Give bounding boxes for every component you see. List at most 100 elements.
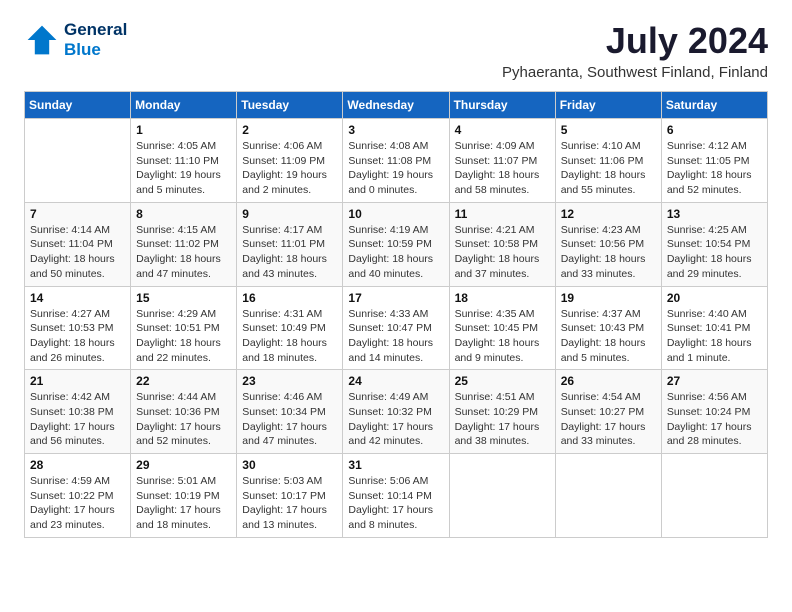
- day-detail: Sunrise: 4:09 AMSunset: 11:07 PMDaylight…: [455, 139, 550, 198]
- calendar-cell: 16 Sunrise: 4:31 AMSunset: 10:49 PMDayli…: [237, 286, 343, 370]
- day-number: 26: [561, 374, 656, 388]
- day-number: 13: [667, 207, 762, 221]
- weekday-header: Wednesday: [343, 92, 449, 119]
- day-detail: Sunrise: 4:08 AMSunset: 11:08 PMDaylight…: [348, 139, 443, 198]
- day-detail: Sunrise: 4:29 AMSunset: 10:51 PMDaylight…: [136, 307, 231, 366]
- day-number: 22: [136, 374, 231, 388]
- calendar-cell: [25, 119, 131, 203]
- calendar-cell: 19 Sunrise: 4:37 AMSunset: 10:43 PMDayli…: [555, 286, 661, 370]
- day-number: 25: [455, 374, 550, 388]
- weekday-header: Friday: [555, 92, 661, 119]
- calendar-cell: 2 Sunrise: 4:06 AMSunset: 11:09 PMDaylig…: [237, 119, 343, 203]
- calendar-cell: 27 Sunrise: 4:56 AMSunset: 10:24 PMDayli…: [661, 370, 767, 454]
- day-detail: Sunrise: 4:21 AMSunset: 10:58 PMDaylight…: [455, 223, 550, 282]
- day-detail: Sunrise: 4:42 AMSunset: 10:38 PMDaylight…: [30, 390, 125, 449]
- calendar-cell: 1 Sunrise: 4:05 AMSunset: 11:10 PMDaylig…: [131, 119, 237, 203]
- calendar-cell: 9 Sunrise: 4:17 AMSunset: 11:01 PMDaylig…: [237, 202, 343, 286]
- calendar-cell: 28 Sunrise: 4:59 AMSunset: 10:22 PMDayli…: [25, 454, 131, 538]
- calendar-cell: 3 Sunrise: 4:08 AMSunset: 11:08 PMDaylig…: [343, 119, 449, 203]
- day-number: 14: [30, 291, 125, 305]
- calendar-cell: 11 Sunrise: 4:21 AMSunset: 10:58 PMDayli…: [449, 202, 555, 286]
- day-number: 10: [348, 207, 443, 221]
- logo-icon: [24, 22, 60, 58]
- calendar-cell: 25 Sunrise: 4:51 AMSunset: 10:29 PMDayli…: [449, 370, 555, 454]
- calendar-week-row: 14 Sunrise: 4:27 AMSunset: 10:53 PMDayli…: [25, 286, 768, 370]
- calendar-cell: 15 Sunrise: 4:29 AMSunset: 10:51 PMDayli…: [131, 286, 237, 370]
- logo-text: General Blue: [64, 20, 127, 59]
- calendar-cell: 20 Sunrise: 4:40 AMSunset: 10:41 PMDayli…: [661, 286, 767, 370]
- day-number: 19: [561, 291, 656, 305]
- day-detail: Sunrise: 4:54 AMSunset: 10:27 PMDaylight…: [561, 390, 656, 449]
- day-number: 15: [136, 291, 231, 305]
- calendar-cell: [449, 454, 555, 538]
- day-detail: Sunrise: 4:23 AMSunset: 10:56 PMDaylight…: [561, 223, 656, 282]
- day-number: 9: [242, 207, 337, 221]
- day-detail: Sunrise: 4:33 AMSunset: 10:47 PMDaylight…: [348, 307, 443, 366]
- calendar-cell: [661, 454, 767, 538]
- day-number: 3: [348, 123, 443, 137]
- day-detail: Sunrise: 4:56 AMSunset: 10:24 PMDaylight…: [667, 390, 762, 449]
- day-number: 6: [667, 123, 762, 137]
- day-detail: Sunrise: 4:49 AMSunset: 10:32 PMDaylight…: [348, 390, 443, 449]
- day-detail: Sunrise: 5:06 AMSunset: 10:14 PMDaylight…: [348, 474, 443, 533]
- calendar-cell: 23 Sunrise: 4:46 AMSunset: 10:34 PMDayli…: [237, 370, 343, 454]
- day-number: 7: [30, 207, 125, 221]
- weekday-header: Monday: [131, 92, 237, 119]
- day-detail: Sunrise: 4:10 AMSunset: 11:06 PMDaylight…: [561, 139, 656, 198]
- day-detail: Sunrise: 4:17 AMSunset: 11:01 PMDaylight…: [242, 223, 337, 282]
- day-number: 1: [136, 123, 231, 137]
- location-title: Pyhaeranta, Southwest Finland, Finland: [502, 64, 768, 81]
- weekday-header: Saturday: [661, 92, 767, 119]
- day-detail: Sunrise: 4:15 AMSunset: 11:02 PMDaylight…: [136, 223, 231, 282]
- calendar-cell: 31 Sunrise: 5:06 AMSunset: 10:14 PMDayli…: [343, 454, 449, 538]
- day-number: 24: [348, 374, 443, 388]
- calendar-cell: 7 Sunrise: 4:14 AMSunset: 11:04 PMDaylig…: [25, 202, 131, 286]
- day-number: 30: [242, 458, 337, 472]
- calendar-cell: 17 Sunrise: 4:33 AMSunset: 10:47 PMDayli…: [343, 286, 449, 370]
- day-detail: Sunrise: 4:46 AMSunset: 10:34 PMDaylight…: [242, 390, 337, 449]
- calendar-cell: 5 Sunrise: 4:10 AMSunset: 11:06 PMDaylig…: [555, 119, 661, 203]
- calendar-week-row: 21 Sunrise: 4:42 AMSunset: 10:38 PMDayli…: [25, 370, 768, 454]
- day-detail: Sunrise: 4:51 AMSunset: 10:29 PMDaylight…: [455, 390, 550, 449]
- calendar-cell: [555, 454, 661, 538]
- day-number: 23: [242, 374, 337, 388]
- day-detail: Sunrise: 4:44 AMSunset: 10:36 PMDaylight…: [136, 390, 231, 449]
- day-number: 31: [348, 458, 443, 472]
- weekday-header: Thursday: [449, 92, 555, 119]
- day-number: 12: [561, 207, 656, 221]
- day-number: 18: [455, 291, 550, 305]
- calendar-cell: 10 Sunrise: 4:19 AMSunset: 10:59 PMDayli…: [343, 202, 449, 286]
- calendar-cell: 30 Sunrise: 5:03 AMSunset: 10:17 PMDayli…: [237, 454, 343, 538]
- day-detail: Sunrise: 4:35 AMSunset: 10:45 PMDaylight…: [455, 307, 550, 366]
- day-detail: Sunrise: 4:06 AMSunset: 11:09 PMDaylight…: [242, 139, 337, 198]
- day-number: 20: [667, 291, 762, 305]
- day-number: 29: [136, 458, 231, 472]
- calendar-cell: 13 Sunrise: 4:25 AMSunset: 10:54 PMDayli…: [661, 202, 767, 286]
- day-detail: Sunrise: 4:31 AMSunset: 10:49 PMDaylight…: [242, 307, 337, 366]
- day-detail: Sunrise: 4:40 AMSunset: 10:41 PMDaylight…: [667, 307, 762, 366]
- day-detail: Sunrise: 4:14 AMSunset: 11:04 PMDaylight…: [30, 223, 125, 282]
- page-header: General Blue July 2024 Pyhaeranta, South…: [24, 20, 768, 81]
- day-detail: Sunrise: 4:05 AMSunset: 11:10 PMDaylight…: [136, 139, 231, 198]
- calendar-cell: 26 Sunrise: 4:54 AMSunset: 10:27 PMDayli…: [555, 370, 661, 454]
- day-detail: Sunrise: 5:03 AMSunset: 10:17 PMDaylight…: [242, 474, 337, 533]
- calendar-week-row: 1 Sunrise: 4:05 AMSunset: 11:10 PMDaylig…: [25, 119, 768, 203]
- calendar-cell: 14 Sunrise: 4:27 AMSunset: 10:53 PMDayli…: [25, 286, 131, 370]
- day-number: 8: [136, 207, 231, 221]
- day-number: 27: [667, 374, 762, 388]
- calendar-cell: 29 Sunrise: 5:01 AMSunset: 10:19 PMDayli…: [131, 454, 237, 538]
- day-detail: Sunrise: 4:19 AMSunset: 10:59 PMDaylight…: [348, 223, 443, 282]
- day-detail: Sunrise: 4:37 AMSunset: 10:43 PMDaylight…: [561, 307, 656, 366]
- day-detail: Sunrise: 5:01 AMSunset: 10:19 PMDaylight…: [136, 474, 231, 533]
- day-number: 21: [30, 374, 125, 388]
- calendar-week-row: 7 Sunrise: 4:14 AMSunset: 11:04 PMDaylig…: [25, 202, 768, 286]
- calendar-cell: 4 Sunrise: 4:09 AMSunset: 11:07 PMDaylig…: [449, 119, 555, 203]
- calendar-cell: 18 Sunrise: 4:35 AMSunset: 10:45 PMDayli…: [449, 286, 555, 370]
- day-number: 11: [455, 207, 550, 221]
- weekday-header: Tuesday: [237, 92, 343, 119]
- logo: General Blue: [24, 20, 127, 59]
- day-detail: Sunrise: 4:25 AMSunset: 10:54 PMDaylight…: [667, 223, 762, 282]
- day-detail: Sunrise: 4:12 AMSunset: 11:05 PMDaylight…: [667, 139, 762, 198]
- calendar-cell: 8 Sunrise: 4:15 AMSunset: 11:02 PMDaylig…: [131, 202, 237, 286]
- day-number: 2: [242, 123, 337, 137]
